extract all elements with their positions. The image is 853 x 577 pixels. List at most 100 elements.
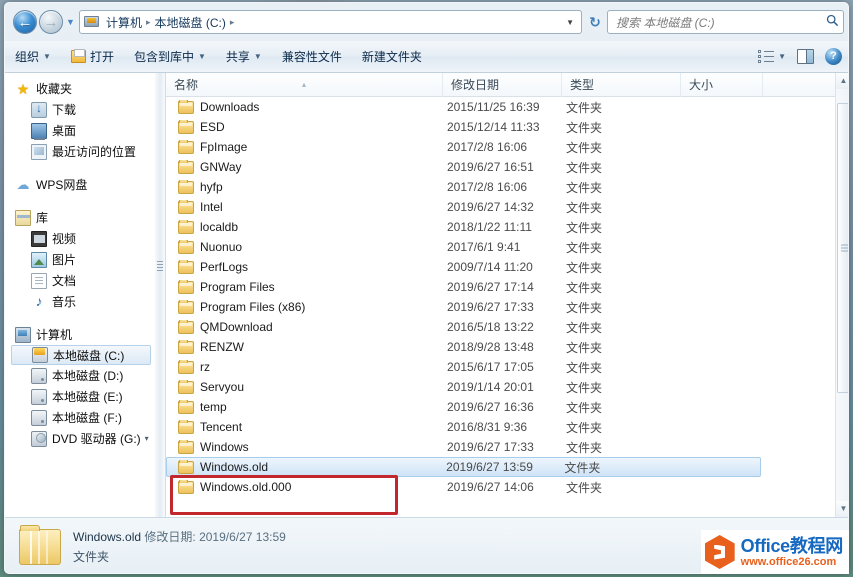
column-header-date[interactable]: 修改日期 <box>443 72 562 97</box>
cell-date: 2019/6/27 14:32 <box>447 200 534 214</box>
sidebar-item-downloads[interactable]: 下载 <box>5 99 155 120</box>
table-row[interactable]: Servyou 2019/1/14 20:01 文件夹 <box>166 377 836 397</box>
toolbar-organize[interactable]: 组织 ▼ <box>5 44 61 69</box>
address-bar-row: ← → ▼ 计算机 ▸ 本地磁盘 (C:) ▸ ▼ ↻ 搜索 本地磁盘 (C:) <box>5 3 848 41</box>
breadcrumb-local-disk-c[interactable]: 本地磁盘 (C:) <box>152 14 229 31</box>
cell-name-label: temp <box>200 400 227 414</box>
preview-pane-icon[interactable] <box>797 49 814 64</box>
table-row[interactable]: rz 2015/6/17 17:05 文件夹 <box>166 357 836 377</box>
chevron-down-icon[interactable]: ▼ <box>566 18 581 27</box>
cell-type: 文件夹 <box>566 300 603 315</box>
table-row[interactable]: Program Files (x86) 2019/6/27 17:33 文件夹 <box>166 297 836 317</box>
cell-name-label: hyfp <box>200 180 223 194</box>
cell-name: Downloads <box>166 100 443 114</box>
table-row[interactable]: Windows.old.000 2019/6/27 14:06 文件夹 <box>166 477 836 497</box>
table-row[interactable]: Windows 2019/6/27 17:33 文件夹 <box>166 437 836 457</box>
cell-date: 2018/1/22 11:11 <box>447 220 532 234</box>
sidebar-item-local-disk-c[interactable]: 本地磁盘 (C:) <box>11 345 151 365</box>
table-row[interactable]: Program Files 2019/6/27 17:14 文件夹 <box>166 277 836 297</box>
column-header-name[interactable]: ▴ 名称 <box>166 72 443 97</box>
table-row[interactable]: hyfp 2017/2/8 16:06 文件夹 <box>166 177 836 197</box>
pane-splitter[interactable] <box>155 73 165 517</box>
table-row[interactable]: localdb 2018/1/22 11:11 文件夹 <box>166 217 836 237</box>
sidebar-item-music[interactable]: ♪ 音乐 <box>5 291 155 312</box>
sidebar-group-favorites[interactable]: ★ 收藏夹 <box>5 78 155 99</box>
status-date-label: 修改日期: <box>144 530 196 544</box>
watermark: Office教程网 www.office26.com <box>700 530 849 574</box>
downloads-icon <box>31 101 47 118</box>
sidebar-item-documents[interactable]: 文档 <box>5 270 155 291</box>
sidebar-item-local-disk-d[interactable]: 本地磁盘 (D:) <box>5 365 155 386</box>
cell-name: FpImage <box>166 140 443 154</box>
scrollbar-thumb[interactable] <box>837 103 848 393</box>
folder-icon <box>178 340 194 354</box>
address-bar[interactable]: 计算机 ▸ 本地磁盘 (C:) ▸ ▼ <box>79 10 582 34</box>
table-row[interactable]: ESD 2015/12/14 11:33 文件夹 <box>166 117 836 137</box>
cell-name-label: ESD <box>200 120 225 134</box>
sidebar-item-desktop[interactable]: 桌面 <box>5 120 155 141</box>
drive-icon <box>31 367 47 384</box>
sidebar-group-computer[interactable]: 计算机 <box>5 324 155 345</box>
folder-icon <box>178 420 194 434</box>
help-icon[interactable]: ? <box>825 48 842 65</box>
breadcrumb-computer[interactable]: 计算机 <box>103 14 145 31</box>
watermark-brand-en: Office <box>740 535 791 556</box>
cell-type: 文件夹 <box>566 440 603 455</box>
cell-date: 2019/6/27 13:59 <box>446 460 533 474</box>
table-row[interactable]: temp 2019/6/27 16:36 文件夹 <box>166 397 836 417</box>
cell-type: 文件夹 <box>566 360 603 375</box>
toolbar-compatibility-files[interactable]: 兼容性文件 <box>272 44 352 69</box>
table-row[interactable]: QMDownload 2016/5/18 13:22 文件夹 <box>166 317 836 337</box>
table-row[interactable]: GNWay 2019/6/27 16:51 文件夹 <box>166 157 836 177</box>
sidebar-item-local-disk-e[interactable]: 本地磁盘 (E:) <box>5 386 155 407</box>
navigation-pane[interactable]: ★ 收藏夹 下载 桌面 最近访问的位置 ☁ WP <box>5 73 155 517</box>
toolbar-include-in-library[interactable]: 包含到库中 ▼ <box>124 44 216 69</box>
file-rows[interactable]: Downloads 2015/11/25 16:39 文件夹 ESD 2015/12/1… <box>166 97 836 517</box>
sidebar-item-recent-places[interactable]: 最近访问的位置 <box>5 141 155 162</box>
scroll-down-button[interactable]: ▼ <box>836 501 848 517</box>
table-row[interactable]: PerfLogs 2009/7/14 11:20 文件夹 <box>166 257 836 277</box>
table-row[interactable]: RENZW 2018/9/28 13:48 文件夹 <box>166 337 836 357</box>
folder-icon <box>178 480 194 494</box>
sidebar-item-dvd-drive-g[interactable]: DVD 驱动器 (G:) ▾ <box>5 428 155 449</box>
cell-name-label: Program Files (x86) <box>200 300 306 314</box>
scroll-up-button[interactable]: ▲ <box>836 73 848 89</box>
cell-name: PerfLogs <box>166 260 443 274</box>
column-header-type[interactable]: 类型 <box>562 72 681 97</box>
view-options-chevron-down-icon[interactable]: ▼ <box>778 52 786 61</box>
cell-date: 2019/1/14 20:01 <box>447 380 534 394</box>
toolbar-new-folder[interactable]: 新建文件夹 <box>352 44 432 69</box>
sidebar-item-local-disk-f[interactable]: 本地磁盘 (F:) <box>5 407 155 428</box>
column-headers: ▴ 名称 修改日期 类型 大小 <box>166 72 836 97</box>
history-dropdown-button[interactable]: ▼ <box>65 17 76 28</box>
search-box[interactable]: 搜索 本地磁盘 (C:) <box>607 10 844 34</box>
forward-button[interactable]: → <box>39 10 63 34</box>
expander-icon[interactable]: ▾ <box>145 434 149 443</box>
refresh-button[interactable]: ↻ <box>585 11 605 33</box>
cell-date: 2019/6/27 17:14 <box>447 280 534 294</box>
search-input[interactable]: 搜索 本地磁盘 (C:) <box>608 14 821 31</box>
table-row[interactable]: FpImage 2017/2/8 16:06 文件夹 <box>166 137 836 157</box>
toolbar-share[interactable]: 共享 ▼ <box>216 44 272 69</box>
sidebar-group-libraries[interactable]: 库 <box>5 207 155 228</box>
cell-name: rz <box>166 360 443 374</box>
toolbar-share-label: 共享 <box>225 50 250 64</box>
view-options-icon[interactable] <box>758 49 775 64</box>
back-button[interactable]: ← <box>13 10 37 34</box>
table-row[interactable]: Windows.old 2019/6/27 13:59 文件夹 <box>166 457 761 477</box>
cell-name: Windows.old.000 <box>166 480 443 494</box>
table-row[interactable]: Tencent 2016/8/31 9:36 文件夹 <box>166 417 836 437</box>
sidebar-item-videos[interactable]: 视频 <box>5 228 155 249</box>
cell-type: 文件夹 <box>566 140 603 155</box>
sidebar-item-pictures[interactable]: 图片 <box>5 249 155 270</box>
cell-name-label: Windows.old <box>200 460 269 474</box>
toolbar-open[interactable]: 打开 <box>61 44 124 69</box>
table-row[interactable]: Downloads 2015/11/25 16:39 文件夹 <box>166 97 836 117</box>
table-row[interactable]: Nuonuo 2017/6/1 9:41 文件夹 <box>166 237 836 257</box>
sidebar-group-wps-cloud[interactable]: ☁ WPS网盘 <box>5 174 155 195</box>
sidebar-item-local-disk-e-label: 本地磁盘 (E:) <box>52 390 123 404</box>
column-header-size[interactable]: 大小 <box>681 72 763 97</box>
cell-name-label: localdb <box>200 220 239 234</box>
table-row[interactable]: Intel 2019/6/27 14:32 文件夹 <box>166 197 836 217</box>
vertical-scrollbar[interactable]: ▲ ▼ <box>835 73 848 517</box>
